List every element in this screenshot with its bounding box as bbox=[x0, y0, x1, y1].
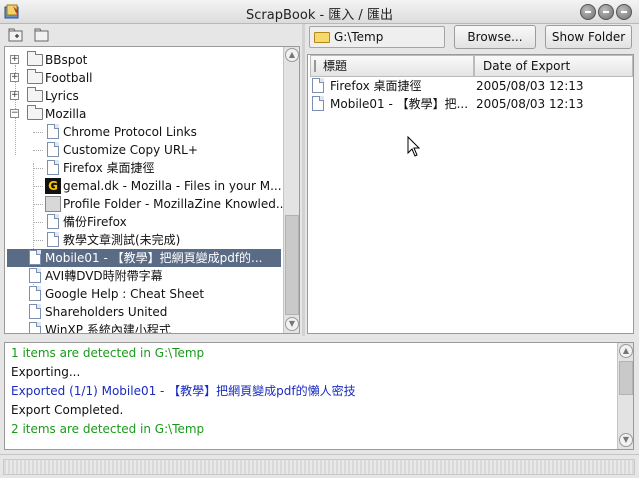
scroll-up-icon[interactable]: ▲ bbox=[619, 344, 633, 358]
close-button[interactable] bbox=[616, 4, 632, 20]
open-folder-icon[interactable] bbox=[34, 28, 50, 42]
tree-item-label: WinXP 系統內建小程式 bbox=[45, 323, 171, 334]
browse-button[interactable]: Browse... bbox=[454, 25, 536, 49]
page-icon bbox=[47, 142, 59, 157]
tree-item-chrome-protocol-links[interactable]: Chrome Protocol Links bbox=[5, 123, 285, 141]
tree-item-label: Firefox 桌面捷徑 bbox=[63, 161, 155, 175]
tree-item-label: 教學文章測試(未完成) bbox=[63, 233, 181, 247]
tree-item-label: Mobile01 - 【教學】把網頁變成pdf的... bbox=[45, 251, 263, 265]
tree-item-shareholders-united[interactable]: Shareholders United bbox=[5, 303, 285, 321]
tree-item-customize-copy-url[interactable]: Customize Copy URL+ bbox=[5, 141, 285, 159]
tree-scrollbar[interactable]: ▲ ▼ bbox=[283, 47, 299, 333]
column-header-label: Date of Export bbox=[483, 59, 571, 73]
tree-item-label: Mozilla bbox=[45, 107, 87, 121]
log-line: 2 items are detected in G:\Temp bbox=[11, 422, 205, 436]
tree-item-avi-to-dvd[interactable]: AVI轉DVD時附帶字幕 bbox=[5, 267, 285, 285]
tree-item-label: Football bbox=[45, 71, 93, 85]
scroll-thumb[interactable] bbox=[619, 361, 633, 395]
pane-splitter[interactable] bbox=[302, 24, 305, 336]
export-path-field[interactable]: G:\Temp bbox=[309, 26, 445, 48]
scroll-up-icon[interactable]: ▲ bbox=[285, 48, 299, 62]
page-icon bbox=[47, 214, 59, 229]
tree-folder-lyrics[interactable]: + Lyrics bbox=[5, 87, 285, 105]
collapse-twisty-icon[interactable]: − bbox=[10, 109, 19, 118]
page-icon bbox=[29, 322, 41, 333]
tree-item-mobile01-selected[interactable]: Mobile01 - 【教學】把網頁變成pdf的... bbox=[7, 249, 281, 267]
tree-item-google-help[interactable]: Google Help : Cheat Sheet bbox=[5, 285, 285, 303]
log-line: 1 items are detected in G:\Temp bbox=[11, 346, 205, 360]
tree-item-backup-firefox[interactable]: 備份Firefox bbox=[5, 213, 285, 231]
expand-twisty-icon[interactable]: + bbox=[10, 55, 19, 64]
column-header-label: 標題 bbox=[323, 59, 348, 73]
export-log: 1 items are detected in G:\Temp Exportin… bbox=[4, 342, 634, 450]
list-item[interactable]: Mobile01 - 【教學】把... 2005/08/03 12:13 bbox=[310, 95, 630, 113]
row-title: Firefox 桌面捷徑 bbox=[330, 79, 422, 93]
tree-item-label: Customize Copy URL+ bbox=[63, 143, 198, 157]
page-icon bbox=[47, 232, 59, 247]
page-icon bbox=[29, 268, 41, 283]
tree-item-label: Lyrics bbox=[45, 89, 79, 103]
show-folder-button[interactable]: Show Folder bbox=[545, 25, 632, 49]
page-icon bbox=[29, 304, 41, 319]
column-header-date[interactable]: Date of Export bbox=[474, 55, 633, 77]
row-title: Mobile01 - 【教學】把... bbox=[330, 97, 469, 111]
maximize-button[interactable] bbox=[598, 4, 614, 20]
tree-toolbar bbox=[2, 25, 302, 47]
scroll-down-icon[interactable]: ▼ bbox=[619, 433, 633, 447]
tree-item-gemal[interactable]: G gemal.dk - Mozilla - Files in your M..… bbox=[5, 177, 285, 195]
scrapbook-tree[interactable]: + BBspot + Football + Lyrics − Mozilla C… bbox=[4, 46, 300, 334]
minimize-button[interactable] bbox=[580, 4, 596, 20]
tree-item-firefox-shortcut[interactable]: Firefox 桌面捷徑 bbox=[5, 159, 285, 177]
tree-item-label: Shareholders United bbox=[45, 305, 168, 319]
column-header-title[interactable]: 標題 bbox=[310, 55, 474, 77]
page-icon bbox=[47, 124, 59, 139]
folder-icon bbox=[27, 69, 43, 84]
page-icon bbox=[29, 250, 41, 265]
window-title: ScrapBook - 匯入 / 匯出 bbox=[246, 8, 393, 23]
row-date: 2005/08/03 12:13 bbox=[476, 97, 584, 111]
folder-icon bbox=[27, 51, 43, 66]
row-date: 2005/08/03 12:13 bbox=[476, 79, 584, 93]
page-icon bbox=[312, 78, 324, 93]
folder-icon bbox=[27, 87, 43, 102]
new-folder-icon[interactable] bbox=[8, 28, 24, 42]
progress-meter bbox=[3, 459, 635, 475]
list-item[interactable]: Firefox 桌面捷徑 2005/08/03 12:13 bbox=[310, 77, 630, 95]
folder-icon bbox=[314, 32, 330, 43]
status-bar bbox=[0, 454, 639, 478]
title-bar: ScrapBook - 匯入 / 匯出 bbox=[0, 0, 639, 24]
folder-icon bbox=[27, 105, 43, 120]
log-scrollbar[interactable]: ▲ ▼ bbox=[617, 343, 633, 449]
tree-item-label: gemal.dk - Mozilla - Files in your M... bbox=[63, 179, 282, 193]
scroll-down-icon[interactable]: ▼ bbox=[285, 317, 299, 331]
tree-item-label: BBspot bbox=[45, 53, 88, 67]
log-line: Export Completed. bbox=[11, 403, 124, 417]
tree-folder-bbspot[interactable]: + BBspot bbox=[5, 51, 285, 69]
tree-item-tutorial-test[interactable]: 教學文章測試(未完成) bbox=[5, 231, 285, 249]
tree-folder-football[interactable]: + Football bbox=[5, 69, 285, 87]
column-sort-icon bbox=[314, 60, 316, 72]
tree-item-label: AVI轉DVD時附帶字幕 bbox=[45, 269, 163, 283]
expand-twisty-icon[interactable]: + bbox=[10, 91, 19, 100]
tree-item-label: 備份Firefox bbox=[63, 215, 127, 229]
tree-folder-mozilla[interactable]: − Mozilla bbox=[5, 105, 285, 123]
expand-twisty-icon[interactable]: + bbox=[10, 73, 19, 82]
tree-item-label: Chrome Protocol Links bbox=[63, 125, 197, 139]
export-list[interactable]: 標題 Date of Export Firefox 桌面捷徑 2005/08/0… bbox=[307, 54, 634, 334]
tree-item-label: Profile Folder - MozillaZine Knowled... bbox=[63, 197, 288, 211]
scroll-thumb[interactable] bbox=[285, 215, 299, 315]
tree-item-winxp-tools[interactable]: WinXP 系統內建小程式 bbox=[5, 321, 285, 334]
log-line: Exported (1/1) Mobile01 - 【教學】把網頁變成pdf的懶… bbox=[11, 384, 356, 398]
export-path-text: G:\Temp bbox=[334, 30, 384, 44]
page-icon bbox=[29, 286, 41, 301]
tree-item-label: Google Help : Cheat Sheet bbox=[45, 287, 205, 301]
gemal-favicon-icon: G bbox=[45, 178, 61, 194]
page-icon bbox=[47, 160, 59, 175]
log-line: Exporting... bbox=[11, 365, 81, 379]
mouse-cursor-icon bbox=[407, 136, 421, 157]
page-icon bbox=[312, 96, 324, 111]
mozillazine-favicon-icon bbox=[45, 196, 61, 212]
tree-item-profile-folder[interactable]: Profile Folder - MozillaZine Knowled... bbox=[5, 195, 288, 213]
